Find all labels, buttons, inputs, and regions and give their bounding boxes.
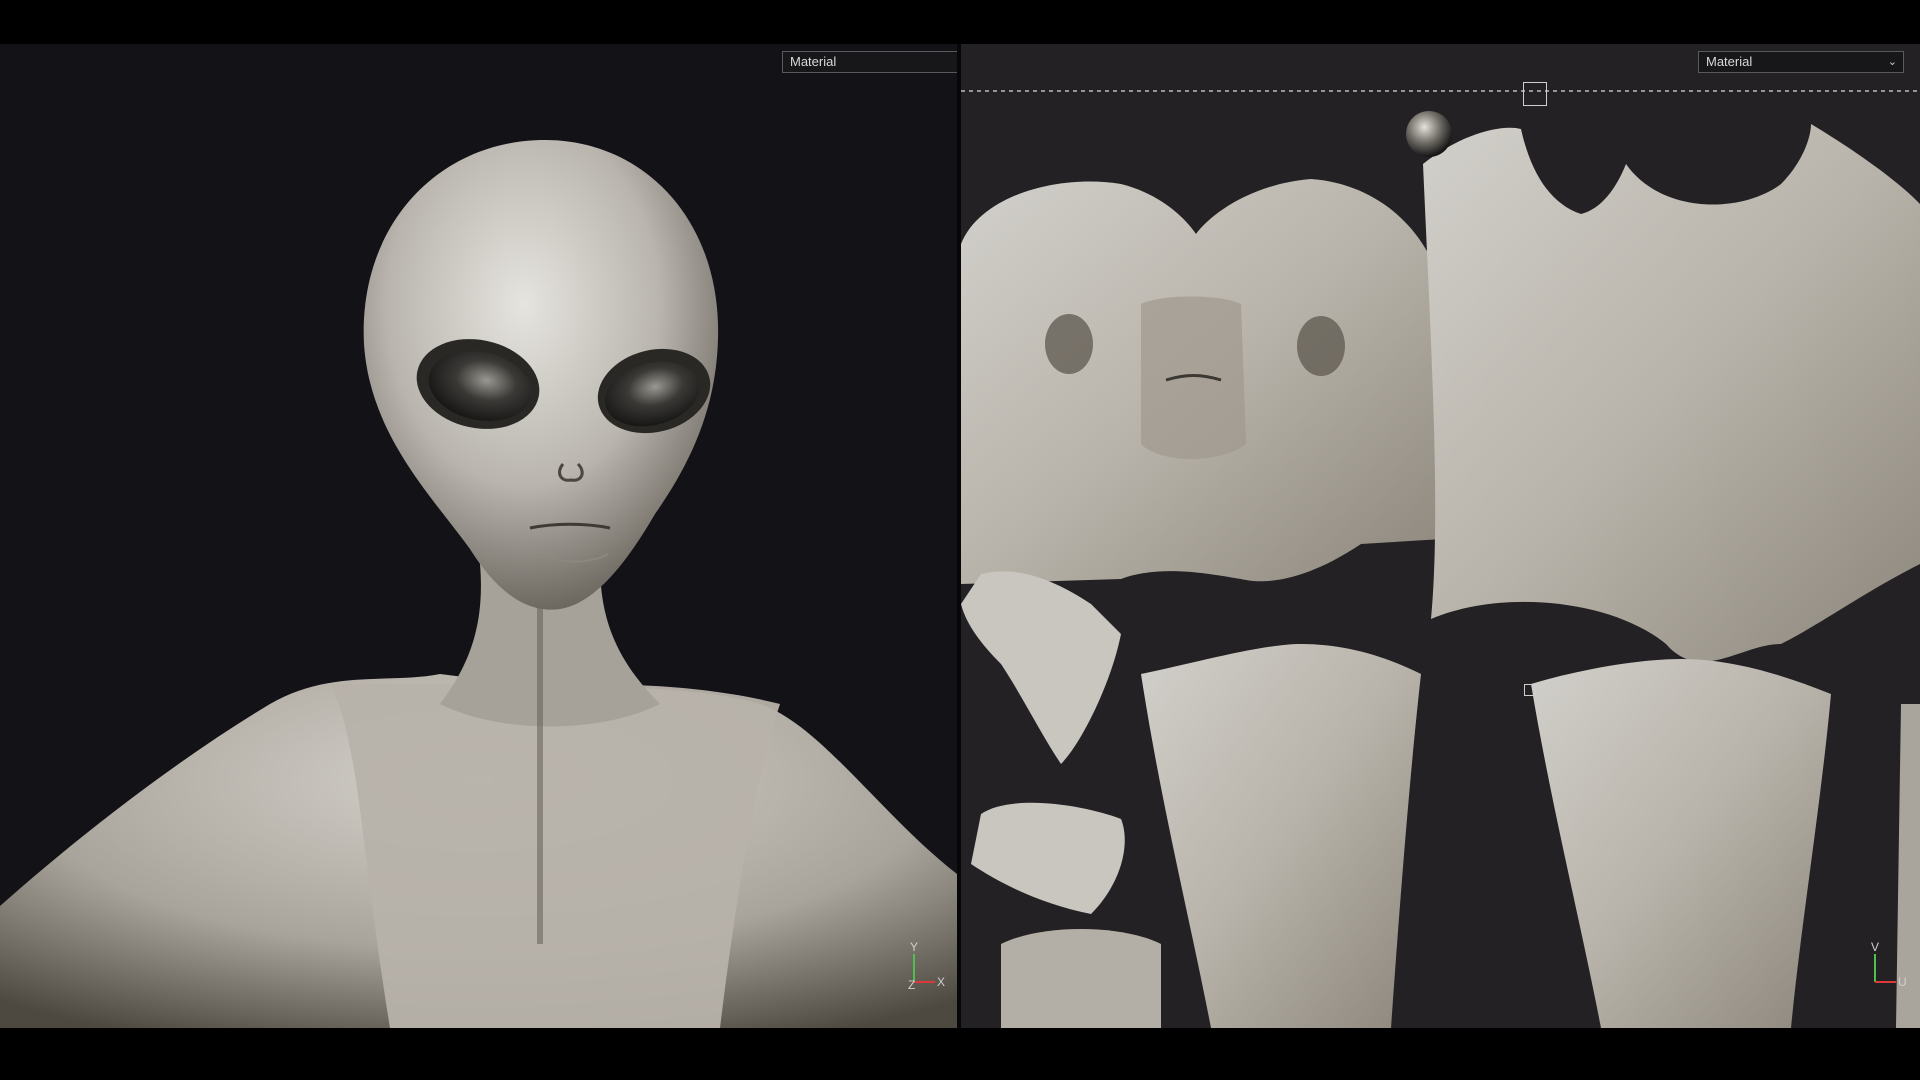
alien-3d-render (0, 140, 957, 1028)
3d-viewport[interactable]: Material ⌄ Y X Z (0, 44, 957, 1028)
uv-axis-gizmo-icon: V U (1866, 940, 1907, 992)
axis-u-label: U (1898, 975, 1907, 989)
chevron-down-icon: ⌄ (1887, 56, 1897, 68)
uv-shading-mode-value: Material (1706, 54, 1753, 69)
axis-x-label: X (937, 975, 946, 989)
uv-shading-mode-dropdown[interactable]: Material ⌄ (1698, 51, 1904, 73)
bottom-letterbox (0, 1028, 1920, 1080)
axis-v-label: V (1871, 940, 1880, 954)
uv-tile-handle[interactable] (1523, 82, 1547, 106)
shading-mode-value: Material (790, 54, 837, 69)
axis-z-label: Z (908, 978, 916, 992)
shading-mode-dropdown[interactable]: Material ⌄ (782, 51, 957, 73)
uv-pivot-handle[interactable] (1524, 684, 1536, 696)
top-letterbox (0, 0, 1920, 44)
axis-y-label: Y (910, 940, 919, 954)
uv-texture-viewport[interactable]: Material ⌄ V U (961, 44, 1920, 1028)
uv-texture-map (961, 90, 1920, 1028)
axis-gizmo-icon: Y X Z (905, 940, 946, 992)
